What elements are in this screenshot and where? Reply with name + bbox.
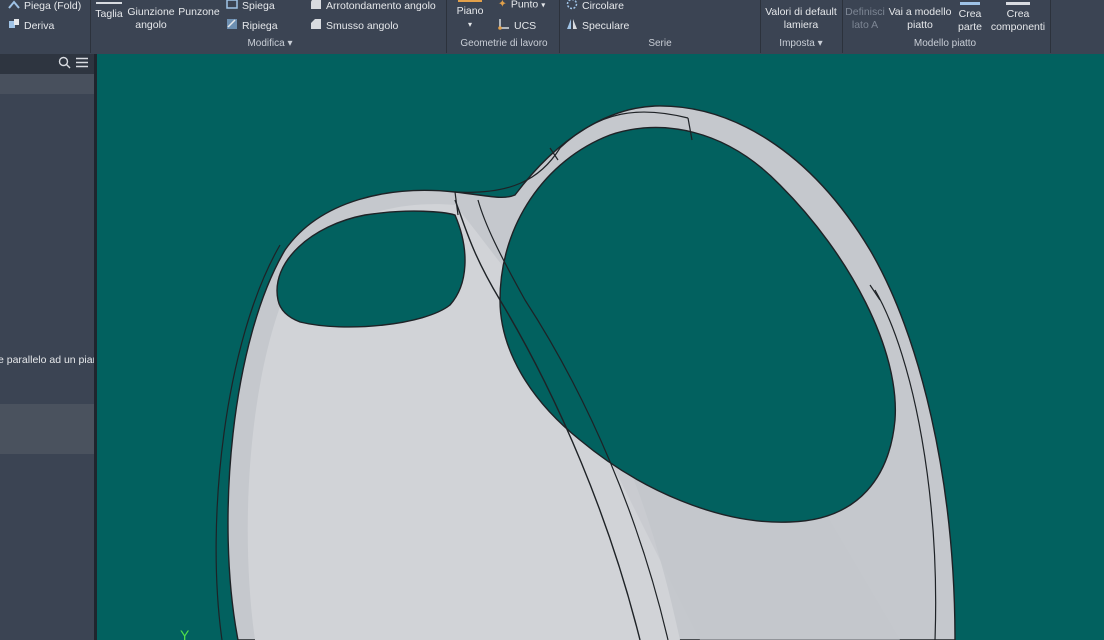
chevron-down-icon: ▾ bbox=[817, 38, 823, 49]
circular-pattern-button[interactable]: Circolare bbox=[566, 0, 624, 14]
group-label-pattern: Serie bbox=[648, 38, 672, 49]
unfold-button[interactable]: Spiega bbox=[226, 0, 275, 14]
create-components-label-2: componenti bbox=[990, 21, 1046, 33]
ucs-icon bbox=[498, 18, 510, 34]
corner-chamfer-label: Smusso angolo bbox=[326, 19, 399, 32]
derive-icon bbox=[8, 18, 20, 34]
group-separator bbox=[842, 0, 843, 53]
browser-tooltip-text: e parallelo ad un piar bbox=[0, 354, 96, 366]
corner-seam-button[interactable]: Giunzione angolo bbox=[126, 6, 176, 32]
create-part-icon bbox=[960, 2, 980, 5]
browser-tree-row-selected[interactable] bbox=[0, 404, 94, 454]
create-components-label-1: Crea bbox=[1006, 8, 1030, 20]
punch-button[interactable]: Punzone bbox=[178, 6, 220, 19]
refold-icon bbox=[226, 18, 238, 34]
browser-header bbox=[0, 54, 96, 74]
define-side-label-1: Definisci bbox=[845, 6, 885, 18]
group-separator bbox=[1050, 0, 1051, 53]
graphics-viewport[interactable]: Y bbox=[97, 54, 1104, 640]
create-components-icon bbox=[1006, 2, 1030, 5]
corner-round-label: Arrotondamento angolo bbox=[326, 0, 436, 12]
refold-button[interactable]: Ripiega bbox=[226, 18, 278, 34]
point-button[interactable]: ✦ Punto ▾ bbox=[498, 0, 545, 11]
point-icon: ✦ bbox=[498, 0, 507, 10]
chevron-down-icon: ▾ bbox=[467, 20, 472, 29]
create-part-button[interactable]: Crea parte bbox=[954, 2, 986, 34]
sheet-defaults-button[interactable]: Valori di default lamiera bbox=[762, 6, 840, 32]
plane-button[interactable]: Piano ▾ bbox=[452, 0, 488, 31]
axis-y-label: Y bbox=[180, 627, 190, 640]
mirror-label: Speculare bbox=[582, 19, 630, 32]
group-label-flat-pattern: Modello piatto bbox=[913, 38, 977, 49]
create-part-label-2: parte bbox=[958, 21, 982, 33]
unfold-label: Spiega bbox=[242, 0, 275, 12]
browser-tree-row[interactable] bbox=[0, 74, 94, 94]
search-icon[interactable] bbox=[58, 56, 71, 72]
define-side-a-button[interactable]: Definisci lato A bbox=[844, 6, 886, 32]
sheet-defaults-label-2: lamiera bbox=[783, 19, 819, 31]
fold-button[interactable]: Piega (Fold) bbox=[8, 0, 81, 14]
menu-icon[interactable] bbox=[76, 57, 88, 71]
mirror-button[interactable]: Speculare bbox=[566, 18, 629, 34]
derive-label: Deriva bbox=[24, 19, 55, 32]
plane-label: Piano bbox=[456, 5, 484, 17]
group-label-setup[interactable]: Imposta ▾ bbox=[762, 38, 840, 49]
circular-pattern-label: Circolare bbox=[582, 0, 625, 12]
goto-flat-label-2: piatto bbox=[907, 19, 933, 31]
model-browser-panel: e parallelo ad un piar bbox=[0, 54, 96, 640]
group-separator bbox=[90, 0, 91, 53]
punch-label: Punzone bbox=[178, 6, 220, 18]
group-label-modify[interactable]: Modifica ▾ bbox=[230, 38, 310, 49]
corner-chamfer-button[interactable]: Smusso angolo bbox=[310, 18, 398, 34]
corner-round-icon bbox=[310, 0, 322, 14]
point-label: Punto bbox=[510, 0, 539, 11]
ribbon: Piega (Fold) Deriva Taglia Giunzione ang… bbox=[0, 0, 1104, 55]
corner-seam-label-2: angolo bbox=[135, 19, 167, 31]
corner-chamfer-icon bbox=[310, 18, 322, 34]
ucs-label: UCS bbox=[514, 19, 537, 32]
goto-flat-pattern-button[interactable]: Vai a modello piatto bbox=[888, 6, 952, 32]
create-part-label-1: Crea bbox=[958, 8, 982, 20]
cut-icon bbox=[96, 2, 122, 4]
refold-label: Ripiega bbox=[242, 19, 278, 32]
create-components-button[interactable]: Crea componenti bbox=[988, 2, 1048, 34]
sheet-metal-part: Y bbox=[180, 105, 956, 640]
fold-icon bbox=[8, 0, 20, 14]
cut-label: Taglia bbox=[95, 8, 123, 20]
group-label-work-features: Geometrie di lavoro bbox=[460, 38, 548, 49]
group-setup-text: Imposta bbox=[779, 38, 815, 49]
corner-round-button[interactable]: Arrotondamento angolo bbox=[310, 0, 436, 14]
chevron-down-icon: ▾ bbox=[287, 38, 293, 49]
group-separator bbox=[559, 0, 560, 53]
derive-button[interactable]: Deriva bbox=[8, 18, 54, 34]
cut-button[interactable]: Taglia bbox=[94, 2, 124, 21]
goto-flat-label-1: Vai a modello bbox=[888, 6, 952, 18]
group-modify-text: Modifica bbox=[247, 38, 285, 49]
sheet-defaults-label-1: Valori di default bbox=[765, 6, 837, 18]
ucs-button[interactable]: UCS bbox=[498, 18, 536, 34]
corner-seam-label-1: Giunzione bbox=[127, 6, 175, 18]
group-separator bbox=[446, 0, 447, 53]
mirror-icon bbox=[566, 18, 578, 34]
group-separator bbox=[760, 0, 761, 53]
circular-pattern-icon bbox=[566, 0, 578, 14]
chevron-down-icon: ▾ bbox=[541, 0, 546, 10]
fold-label: Piega (Fold) bbox=[24, 0, 82, 12]
plane-icon bbox=[458, 0, 482, 2]
define-side-label-2: lato A bbox=[851, 19, 879, 31]
unfold-icon bbox=[226, 0, 238, 14]
